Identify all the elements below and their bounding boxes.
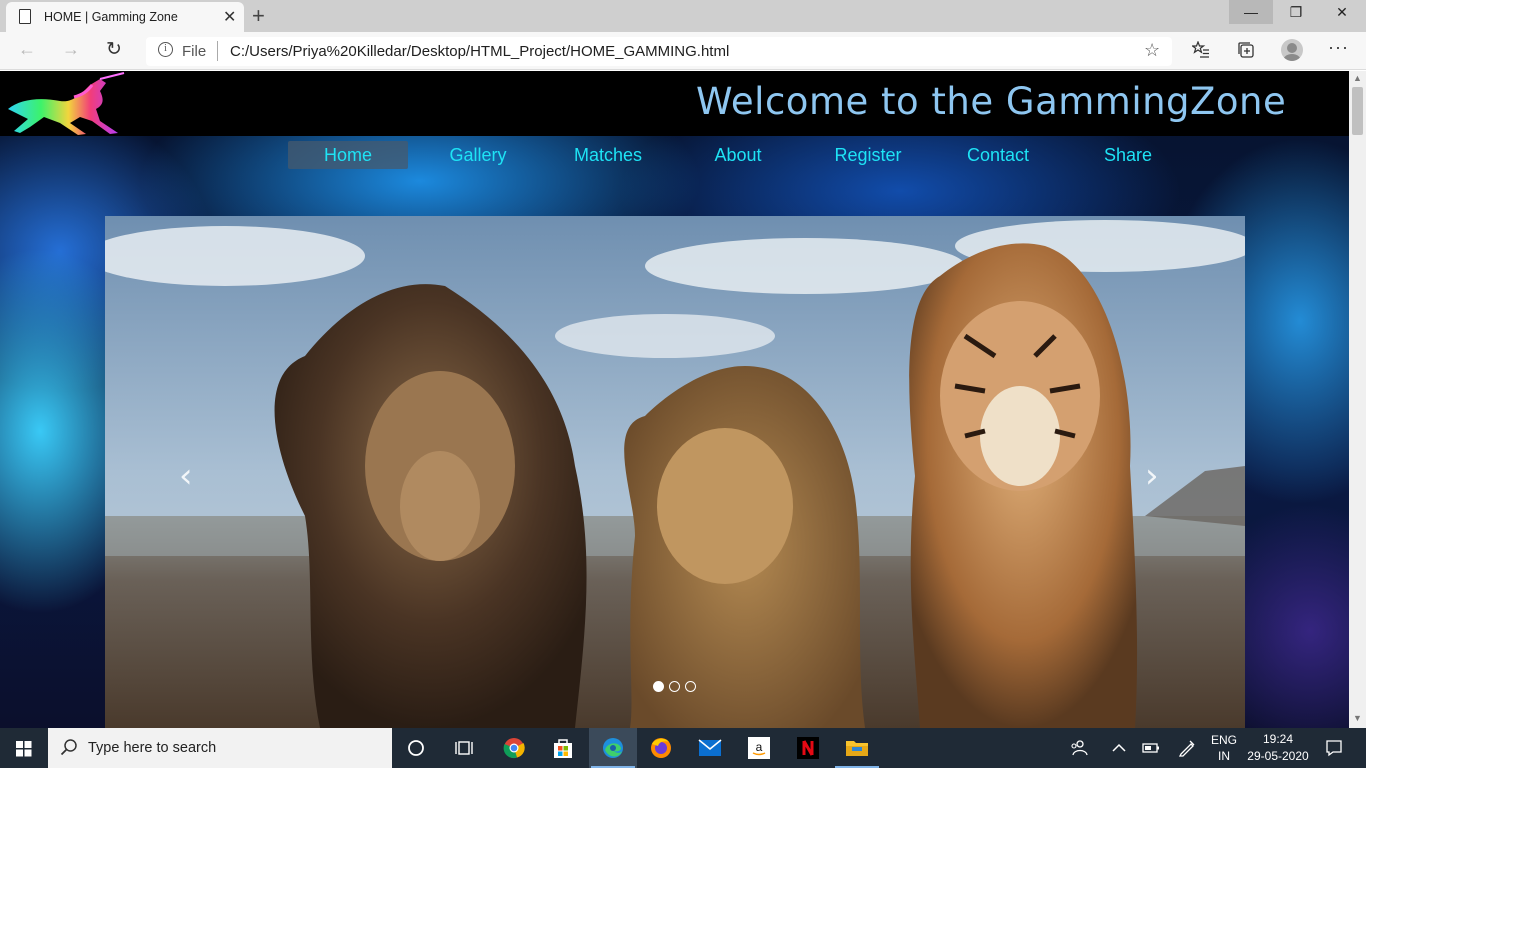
people-icon[interactable]	[1064, 728, 1094, 768]
battery-icon[interactable]	[1138, 728, 1164, 768]
amazon-icon: a	[748, 737, 770, 759]
cortana-circle-icon	[408, 740, 424, 756]
image-carousel[interactable]: ‹ ›	[105, 216, 1245, 728]
site-header: Welcome to the GammingZone	[0, 71, 1349, 136]
page-icon	[19, 9, 31, 24]
windows-logo-icon	[16, 741, 32, 757]
firefox-icon	[651, 738, 671, 758]
chrome-taskbar-button[interactable]	[490, 728, 538, 768]
task-view-icon	[455, 741, 473, 755]
window-minimize-button[interactable]: —	[1229, 0, 1273, 24]
forward-button[interactable]: →	[62, 39, 80, 60]
region-code: IN	[1218, 749, 1230, 763]
nav-home-link[interactable]: Home	[288, 141, 408, 169]
taskbar-search[interactable]: Type here to search	[48, 728, 392, 768]
tab-title: HOME | Gamming Zone	[44, 10, 178, 24]
scroll-down-icon[interactable]: ▼	[1353, 713, 1362, 723]
scroll-up-icon[interactable]: ▲	[1353, 73, 1362, 83]
nav-gallery-link[interactable]: Gallery	[418, 141, 538, 169]
site-title: Welcome to the GammingZone	[696, 80, 1287, 123]
tab-close-icon[interactable]: ✕	[223, 7, 236, 27]
file-explorer-taskbar-button[interactable]	[833, 728, 881, 768]
screen: HOME | Gamming Zone ✕ + — ❐ ✕ ← → ↻ i Fi…	[0, 0, 1366, 768]
carousel-slide-image	[105, 216, 1245, 728]
address-divider	[217, 41, 218, 61]
clock[interactable]: 19:24 29-05-2020	[1244, 728, 1312, 768]
nav-share-link[interactable]: Share	[1068, 141, 1188, 169]
mail-taskbar-button[interactable]	[686, 728, 734, 768]
pen-workspace-icon[interactable]	[1174, 728, 1200, 768]
page-scrollbar[interactable]: ▲ ▼	[1349, 71, 1366, 728]
clock-date: 29-05-2020	[1247, 749, 1309, 763]
language-code: ENG	[1210, 733, 1237, 747]
search-icon	[60, 738, 78, 761]
browser-toolbar: ← → ↻ i File C:/Users/Priya%20Killedar/D…	[0, 32, 1366, 70]
nav-register-link[interactable]: Register	[808, 141, 928, 169]
window-restore-button[interactable]: ❐	[1274, 0, 1318, 24]
nav-about-link[interactable]: About	[678, 141, 798, 169]
favorites-icon[interactable]	[1190, 40, 1210, 64]
back-button[interactable]: ←	[18, 39, 36, 60]
store-taskbar-button[interactable]	[539, 728, 587, 768]
folder-icon	[846, 741, 868, 756]
edge-icon	[603, 738, 623, 758]
amazon-taskbar-button[interactable]: a	[735, 728, 783, 768]
task-view-button[interactable]	[440, 728, 488, 768]
address-bar[interactable]: i File C:/Users/Priya%20Killedar/Desktop…	[146, 37, 1172, 66]
carousel-prev-icon[interactable]: ‹	[179, 456, 193, 496]
more-menu-icon[interactable]: ···	[1328, 37, 1349, 58]
search-placeholder: Type here to search	[88, 740, 217, 756]
edge-taskbar-button[interactable]	[589, 728, 637, 768]
show-hidden-icons-chevron-icon[interactable]	[1106, 728, 1132, 768]
carousel-indicator[interactable]	[685, 681, 696, 692]
windows-taskbar: Type here to search a ENG IN 19:24 29-05…	[0, 728, 1366, 768]
nav-contact-link[interactable]: Contact	[938, 141, 1058, 169]
reload-button[interactable]: ↻	[106, 38, 122, 61]
new-tab-button[interactable]: +	[252, 3, 265, 29]
chrome-icon	[503, 738, 525, 759]
action-center-icon[interactable]	[1318, 728, 1350, 768]
collections-icon[interactable]	[1237, 41, 1255, 64]
language-indicator[interactable]: ENG IN	[1206, 728, 1242, 768]
unicorn-logo-icon	[8, 72, 125, 135]
netflix-taskbar-button[interactable]	[784, 728, 832, 768]
address-url[interactable]: C:/Users/Priya%20Killedar/Desktop/HTML_P…	[230, 43, 729, 60]
store-icon	[554, 739, 572, 758]
browser-tab[interactable]: HOME | Gamming Zone ✕	[6, 2, 244, 32]
profile-avatar-icon[interactable]	[1281, 39, 1303, 61]
favorite-star-icon[interactable]: ☆	[1144, 40, 1160, 61]
window-close-button[interactable]: ✕	[1320, 0, 1364, 24]
page-viewport: Welcome to the GammingZone Home Gallery …	[0, 71, 1349, 728]
carousel-indicator[interactable]	[653, 681, 664, 692]
site-info-icon[interactable]: i	[158, 42, 173, 57]
cortana-button[interactable]	[392, 728, 440, 768]
nav-matches-link[interactable]: Matches	[548, 141, 668, 169]
mail-icon	[698, 739, 722, 756]
carousel-indicator[interactable]	[669, 681, 680, 692]
clock-time: 19:24	[1262, 732, 1294, 746]
netflix-icon	[797, 737, 819, 759]
firefox-taskbar-button[interactable]	[637, 728, 685, 768]
start-button[interactable]	[0, 728, 48, 768]
scroll-thumb[interactable]	[1352, 87, 1363, 135]
svg-text:a: a	[756, 740, 763, 754]
carousel-next-icon[interactable]: ›	[1145, 456, 1159, 496]
address-scheme: File	[182, 43, 207, 60]
browser-tab-strip: HOME | Gamming Zone ✕ + — ❐ ✕	[0, 0, 1366, 32]
